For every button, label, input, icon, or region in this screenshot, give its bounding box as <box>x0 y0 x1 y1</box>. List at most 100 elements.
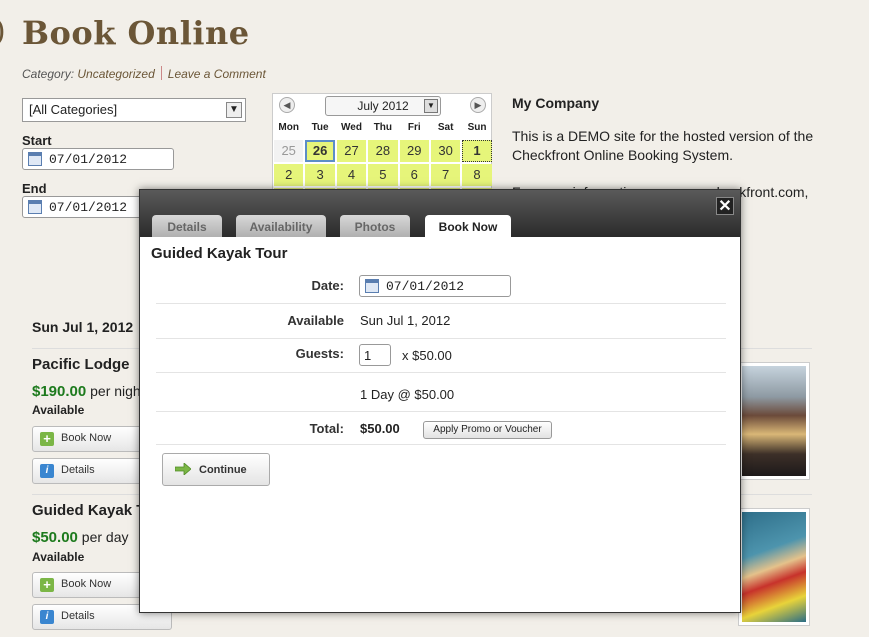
calendar-day[interactable]: 5 <box>368 164 398 186</box>
listing-date-heading: Sun Jul 1, 2012 <box>32 319 134 335</box>
item-price-value: $50.00 <box>32 529 78 546</box>
month-select-value: July 2012 <box>357 99 409 113</box>
modal-title: Guided Kayak Tour <box>151 245 288 262</box>
divider <box>156 444 726 445</box>
book-now-label: Book Now <box>61 432 112 444</box>
plus-icon: + <box>40 578 54 592</box>
calendar-week: 25 26 27 28 29 30 1 <box>273 140 493 162</box>
tab-book-now[interactable]: Book Now <box>425 215 511 237</box>
sidebar-description: This is a DEMO site for the hosted versi… <box>512 128 814 163</box>
details-label: Details <box>61 464 95 476</box>
start-date-input[interactable]: 07/01/2012 <box>22 148 174 170</box>
plus-icon: + <box>40 432 54 446</box>
sidebar-heading: My Company <box>512 95 600 111</box>
leave-comment-link[interactable]: Leave a Comment <box>168 67 266 81</box>
weekday-label: Sun <box>467 122 487 133</box>
item-price: $190.00 per night <box>32 383 145 400</box>
weekday-label: Sat <box>437 122 454 133</box>
continue-label: Continue <box>199 464 247 476</box>
booking-date-input[interactable]: 07/01/2012 <box>359 275 511 297</box>
item-title[interactable]: Guided Kayak T <box>32 502 145 519</box>
weekday-label: Mon <box>278 122 299 133</box>
available-value: Sun Jul 1, 2012 <box>360 313 451 328</box>
category-select-value: [All Categories] <box>29 102 118 117</box>
post-meta: Category: Uncategorized Leave a Comment <box>22 66 266 81</box>
guests-price: x $50.00 <box>402 348 452 363</box>
calendar-day: 25 <box>274 140 304 162</box>
calendar-day-today[interactable]: 26 <box>305 140 335 162</box>
divider <box>156 411 726 412</box>
weekday-header: Mon Tue Wed Thu Fri Sat Sun <box>273 122 493 138</box>
available-label: Available <box>287 313 344 328</box>
item-price-unit: per night <box>90 383 145 399</box>
tab-availability[interactable]: Availability <box>236 215 326 237</box>
info-icon: i <box>40 464 54 478</box>
booking-summary: 1 Day @ $50.00 <box>360 387 455 402</box>
item-photo[interactable] <box>738 508 810 626</box>
item-availability: Available <box>32 550 85 564</box>
weekday-label: Wed <box>341 122 362 133</box>
month-select[interactable]: July 2012 ▼ <box>325 96 441 116</box>
tab-photos[interactable]: Photos <box>340 215 410 237</box>
category-prefix: Category: <box>22 67 75 81</box>
chevron-down-icon: ▼ <box>226 102 242 118</box>
details-label: Details <box>61 610 95 622</box>
modal-header: ✕ Details Availability Photos Book Now <box>140 190 740 237</box>
item-price-value: $190.00 <box>32 383 87 400</box>
calendar-day[interactable]: 6 <box>399 164 429 186</box>
calendar-day[interactable]: 28 <box>368 140 398 162</box>
booking-modal: ✕ Details Availability Photos Book Now G… <box>139 189 741 613</box>
kayak-photo <box>742 512 806 622</box>
close-icon[interactable]: ✕ <box>716 197 734 215</box>
calendar-day[interactable]: 30 <box>430 140 461 162</box>
continue-button[interactable]: Continue <box>162 453 270 486</box>
total-label: Total: <box>309 421 344 436</box>
category-select[interactable]: [All Categories] ▼ <box>22 98 246 122</box>
calendar-day[interactable]: 4 <box>336 164 367 186</box>
item-availability: Available <box>32 403 85 417</box>
calendar-day[interactable]: 7 <box>430 164 461 186</box>
start-date-value: 07/01/2012 <box>49 152 128 167</box>
meta-divider <box>160 66 162 80</box>
next-month-icon[interactable]: ▶ <box>470 97 486 113</box>
calendar-week: 2 3 4 5 6 7 8 <box>273 164 493 186</box>
divider <box>156 338 726 339</box>
category-link[interactable]: Uncategorized <box>77 67 154 81</box>
apply-promo-button[interactable]: Apply Promo or Voucher <box>423 421 552 439</box>
end-label: End <box>22 181 47 196</box>
calendar-day-selected[interactable]: 1 <box>462 140 492 162</box>
item-title[interactable]: Pacific Lodge <box>32 356 130 373</box>
book-now-label: Book Now <box>61 578 112 590</box>
lodge-photo <box>742 366 806 476</box>
divider <box>156 372 726 373</box>
total-value: $50.00 <box>360 421 400 436</box>
calendar-day[interactable]: 27 <box>336 140 367 162</box>
calendar-day[interactable]: 8 <box>462 164 492 186</box>
date-label: Date: <box>311 278 344 293</box>
weekday-label: Fri <box>407 122 421 133</box>
booking-date-value: 07/01/2012 <box>386 279 465 294</box>
guests-label: Guests: <box>295 346 344 361</box>
calendar-icon[interactable] <box>28 152 42 166</box>
weekday-label: Thu <box>373 122 393 133</box>
calendar-day[interactable]: 29 <box>399 140 429 162</box>
prev-month-icon[interactable]: ◀ <box>279 97 295 113</box>
info-icon: i <box>40 610 54 624</box>
item-photo[interactable] <box>738 362 810 480</box>
guests-input[interactable]: 1 <box>359 344 391 366</box>
arrow-right-icon <box>175 463 191 475</box>
item-price: $50.00 per day <box>32 529 128 546</box>
calendar-day[interactable]: 3 <box>305 164 335 186</box>
chevron-down-icon: ▼ <box>424 99 438 113</box>
title-paren: ) <box>0 14 6 49</box>
weekday-label: Tue <box>311 122 329 133</box>
end-date-value: 07/01/2012 <box>49 200 128 215</box>
calendar-day[interactable]: 2 <box>274 164 304 186</box>
divider <box>156 303 726 304</box>
calendar-icon[interactable] <box>365 279 379 293</box>
page-title: Book Online <box>22 14 250 52</box>
start-label: Start <box>22 133 52 148</box>
calendar-icon[interactable] <box>28 200 42 214</box>
item-price-unit: per day <box>81 529 129 545</box>
tab-details[interactable]: Details <box>152 215 222 237</box>
